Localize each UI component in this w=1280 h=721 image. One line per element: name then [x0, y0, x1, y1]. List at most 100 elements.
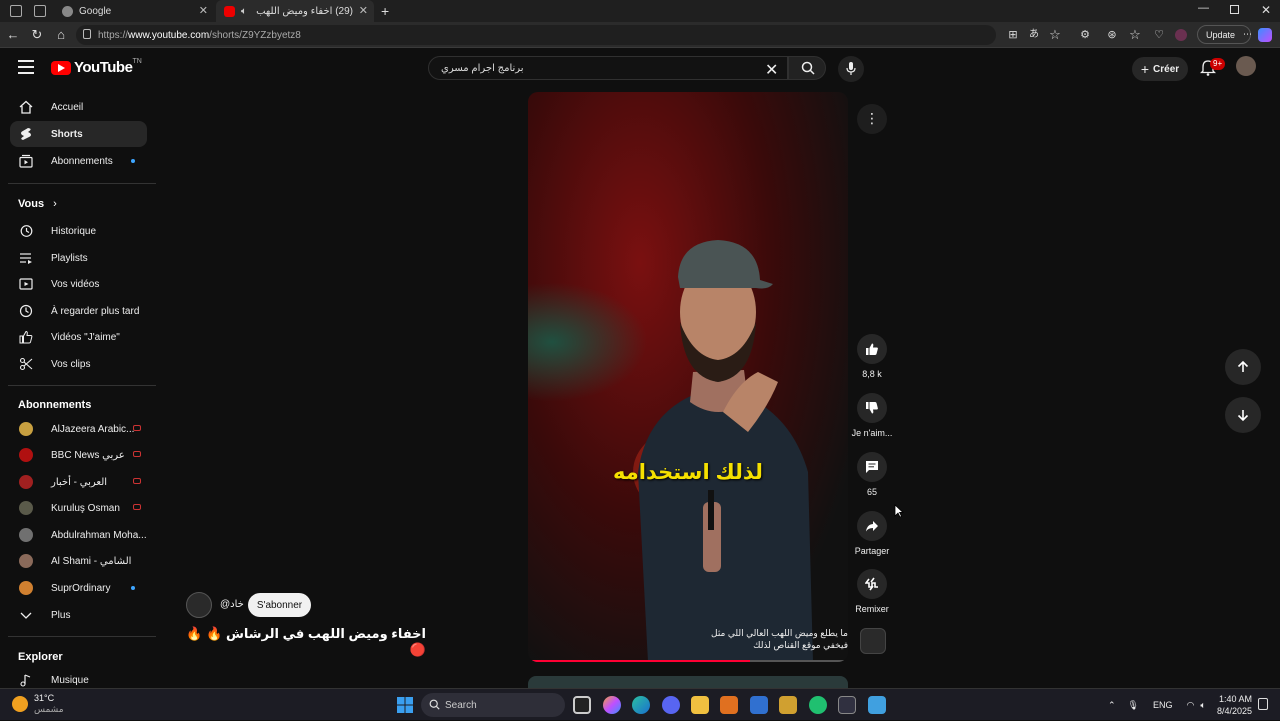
close-tab-icon[interactable]: ✕ — [199, 4, 208, 17]
sidebar-subscription[interactable]: Al Shami - الشامي — [10, 548, 147, 574]
sidebar-item-your-videos[interactable]: Vos vidéos — [10, 271, 147, 297]
sidebar-subscription[interactable]: Abdulrahman Moha... — [10, 522, 147, 548]
app-grid-icon[interactable] — [779, 696, 797, 714]
weather-widget[interactable]: 31°C مشمس — [12, 693, 64, 715]
sidebar-subscription[interactable]: SuprOrdinary — [10, 575, 147, 601]
remix-button[interactable] — [857, 569, 887, 599]
reload-icon[interactable]: ↻ — [29, 27, 45, 43]
file-explorer-icon[interactable] — [691, 696, 709, 714]
account-avatar[interactable] — [1236, 56, 1256, 76]
sidebar-item-shorts[interactable]: Shorts — [10, 121, 147, 147]
volume-icon[interactable]: 🔈︎ — [1200, 700, 1205, 711]
tab-actions-icon[interactable] — [34, 5, 46, 17]
performance-icon[interactable]: ⊛ — [1104, 27, 1120, 43]
sidebar-item-history[interactable]: Historique — [10, 218, 147, 244]
next-short-preview[interactable] — [528, 676, 848, 688]
terminal-icon[interactable] — [838, 696, 856, 714]
copilot-icon[interactable] — [1258, 28, 1272, 42]
microphone-tray-icon[interactable]: 🎙︎ — [1128, 700, 1139, 711]
update-button[interactable]: Update ⋯ — [1197, 25, 1252, 44]
sidebar-item-playlists[interactable]: Playlists — [10, 245, 147, 271]
tab-youtube[interactable]: 🔈︎ (29) اخفاء وميض اللهب في الر ✕ — [216, 0, 374, 22]
workspaces-icon[interactable] — [10, 5, 22, 17]
sidebar-subscription[interactable]: العربي - أخبار — [10, 469, 147, 495]
subscribe-button[interactable]: S'abonner — [248, 593, 311, 617]
discord-app-icon[interactable] — [662, 696, 680, 714]
voice-search-button[interactable] — [838, 56, 864, 82]
read-aloud-icon[interactable]: あ — [1026, 27, 1042, 43]
previous-short-button[interactable] — [1225, 349, 1261, 385]
app-available-icon[interactable]: ⊞ — [1005, 27, 1021, 43]
you-heading-label: Vous — [18, 198, 45, 210]
profile-icon[interactable] — [1175, 29, 1187, 41]
notepad-icon[interactable] — [868, 696, 886, 714]
more-options-button[interactable]: ⋮ — [857, 104, 887, 134]
sidebar-item-watch-later[interactable]: À regarder plus tard — [10, 298, 147, 324]
restore-icon[interactable] — [1230, 5, 1239, 14]
create-button[interactable]: + Créer — [1132, 57, 1188, 81]
extensions-icon[interactable]: ⚙ — [1077, 27, 1093, 43]
windows-start-icon[interactable] — [397, 697, 413, 713]
search-input[interactable]: برنامج اجرام مسري — [428, 56, 788, 80]
wifi-icon[interactable]: ◠ — [1187, 700, 1195, 711]
edge-browser-icon[interactable] — [632, 696, 650, 714]
minimize-icon[interactable]: — — [1198, 2, 1209, 14]
sidebar-item-clips[interactable]: Vos clips — [10, 351, 147, 377]
site-info-icon[interactable] — [83, 29, 91, 39]
video-progress-bar[interactable] — [532, 660, 844, 662]
new-tab-icon[interactable]: + — [381, 3, 389, 19]
channel-name: BBC News عربي — [51, 449, 125, 461]
channel-handle[interactable]: @خاد — [220, 599, 244, 610]
taskbar-search[interactable]: Search — [421, 693, 565, 717]
collections-icon[interactable]: ♡ — [1151, 27, 1167, 43]
store-icon[interactable] — [750, 696, 768, 714]
app-a-icon[interactable] — [720, 696, 738, 714]
sidebar-item-liked-videos[interactable]: Vidéos "J'aime" — [10, 324, 147, 350]
sound-thumbnail[interactable] — [860, 628, 886, 654]
notification-center-icon[interactable] — [1258, 698, 1268, 710]
home-browser-icon[interactable]: ⌂ — [53, 27, 69, 43]
show-hidden-icons-icon[interactable]: ⌃ — [1108, 700, 1116, 711]
sidebar-subscription[interactable]: Kuruluş Osman — [10, 495, 147, 521]
thumbs-up-icon — [866, 343, 878, 355]
channel-avatar — [19, 501, 33, 515]
browser-tab-bar: Google ✕ 🔈︎ (29) اخفاء وميض اللهب في الر… — [0, 0, 1280, 22]
channel-name: العربي - أخبار — [51, 476, 108, 488]
live-indicator-icon — [133, 478, 141, 484]
channel-avatar — [19, 475, 33, 489]
sidebar-item-home[interactable]: Accueil — [10, 94, 147, 120]
subtitle-line: ما يطلع وميض اللهب العالي اللي مثل — [711, 628, 848, 638]
like-button[interactable] — [857, 334, 887, 364]
chat-app-icon[interactable] — [809, 696, 827, 714]
clear-search-icon[interactable]: ✕ — [765, 60, 778, 80]
tab-google[interactable]: Google ✕ — [54, 0, 214, 22]
back-icon[interactable]: ← — [5, 27, 21, 43]
copilot-app-icon[interactable] — [603, 696, 621, 714]
sidebar-subscription[interactable]: AlJazeera Arabic... — [10, 416, 147, 442]
task-view-icon[interactable] — [573, 696, 591, 714]
search-button[interactable] — [788, 56, 826, 80]
favorites-icon[interactable]: ☆ — [1127, 27, 1143, 43]
favorite-star-icon[interactable]: ☆ — [1047, 27, 1063, 43]
speaker-icon[interactable]: 🔈︎ — [241, 6, 247, 17]
input-language[interactable]: ENG — [1153, 700, 1173, 710]
next-short-button[interactable] — [1225, 397, 1261, 433]
short-video-player[interactable]: لذلك استخدامه ما يطلع وميض اللهب العالي … — [528, 92, 848, 662]
sidebar-item-label: Vidéos "J'aime" — [51, 331, 120, 343]
taskbar-clock[interactable]: 1:40 AM 8/4/2025 — [1212, 693, 1252, 717]
channel-name: Abdulrahman Moha... — [51, 529, 147, 541]
sidebar-item-subscriptions[interactable]: Abonnements — [10, 148, 147, 174]
short-title[interactable]: اخفاء وميض اللهب في الرشاش 🔥 🔥 🔴 — [186, 626, 426, 658]
share-button[interactable] — [857, 511, 887, 541]
menu-icon[interactable] — [18, 60, 34, 74]
close-window-icon[interactable]: ✕ — [1261, 3, 1271, 17]
close-tab-icon[interactable]: ✕ — [359, 4, 368, 17]
you-section-heading[interactable]: Vous › — [18, 198, 57, 210]
comments-button[interactable] — [857, 452, 887, 482]
channel-avatar[interactable] — [186, 592, 212, 618]
dislike-button[interactable] — [857, 393, 887, 423]
url-field[interactable]: https://www.youtube.com/shorts/Z9YZzbyet… — [76, 25, 996, 45]
sidebar-subscription[interactable]: BBC News عربي — [10, 442, 147, 468]
youtube-logo[interactable]: YouTube TN — [51, 58, 142, 76]
sidebar-show-more[interactable]: Plus — [10, 602, 147, 628]
